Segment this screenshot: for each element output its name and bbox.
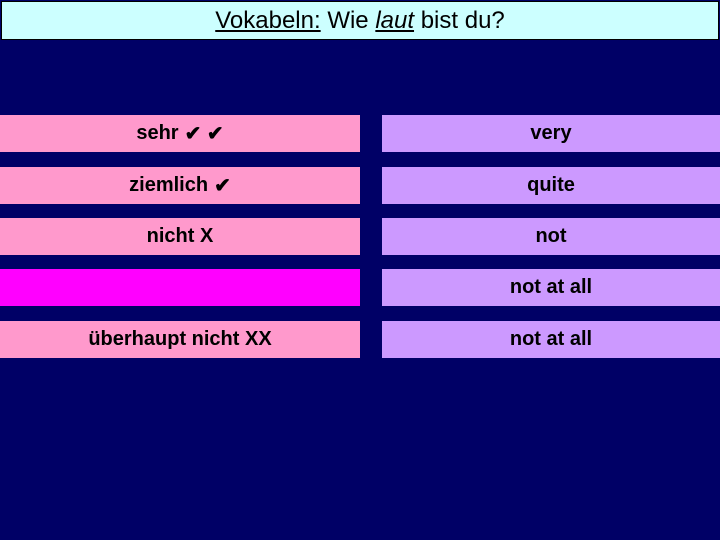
english-cell-5[interactable]: not at all	[382, 321, 720, 358]
english-cell-1[interactable]: very	[382, 115, 720, 152]
checkmark-icon: ✔ ✔	[184, 123, 224, 145]
title-laut: laut	[375, 6, 415, 34]
slide-title: Vokabeln: Wie laut bist du?	[1, 1, 719, 40]
german-cell-2[interactable]: ziemlich ✔	[0, 167, 360, 204]
english-word: quite	[527, 174, 575, 196]
english-word: very	[530, 122, 572, 144]
german-word: überhaupt nicht XX	[88, 328, 272, 350]
german-word: ziemlich	[129, 174, 209, 196]
german-cell-3[interactable]: nicht X	[0, 218, 360, 255]
german-cell-4-blank[interactable]	[0, 269, 360, 306]
english-word: not at all	[509, 276, 593, 298]
english-cell-4[interactable]: not at all	[382, 269, 720, 306]
english-word: not at all	[509, 328, 593, 350]
german-word: nicht X	[146, 225, 214, 247]
title-wie: Wie	[320, 6, 376, 34]
german-cell-5[interactable]: überhaupt nicht XX	[0, 321, 360, 358]
german-word: sehr	[136, 122, 179, 144]
checkmark-icon: ✔	[214, 175, 231, 197]
title-vokabeln: Vokabeln:	[215, 6, 321, 34]
title-bist-du: bist du?	[414, 6, 505, 34]
english-cell-2[interactable]: quite	[382, 167, 720, 204]
german-cell-1[interactable]: sehr ✔ ✔	[0, 115, 360, 152]
english-word: not	[535, 225, 567, 247]
english-cell-3[interactable]: not	[382, 218, 720, 255]
